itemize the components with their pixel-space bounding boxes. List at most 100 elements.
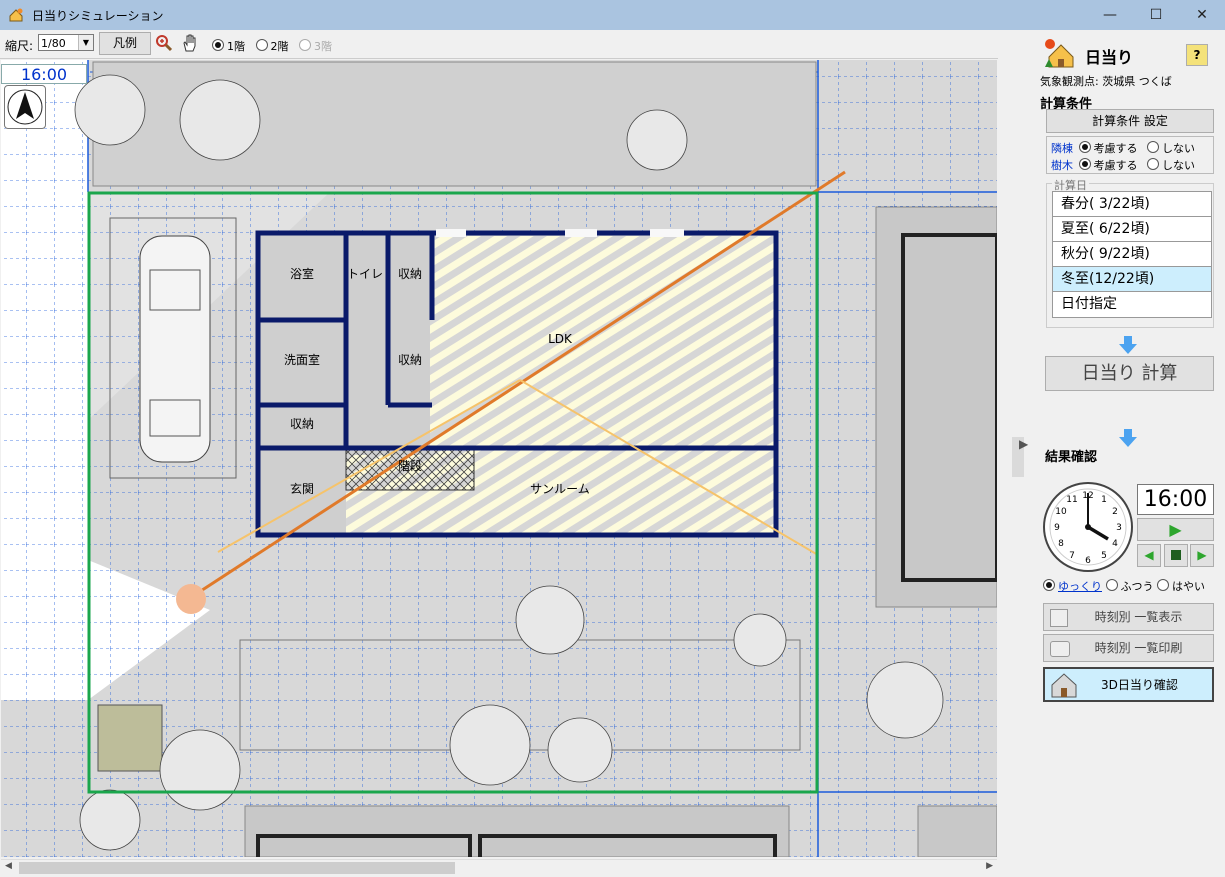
house-3d-icon [1051, 673, 1077, 698]
station-text: 気象観測点: 茨城県 つくば [1040, 75, 1172, 88]
play-button[interactable]: ▶ [1137, 518, 1214, 541]
arrow-down-icon [1119, 429, 1137, 447]
scroll-right-icon[interactable]: ▶ [986, 861, 993, 871]
consider-options: 隣棟 考慮する しない 樹木 考慮する しない [1046, 136, 1214, 174]
hourly-list-label: 時刻別 一覧表示 [1094, 610, 1183, 624]
svg-text:11: 11 [1066, 495, 1077, 505]
room-toilet-label: トイレ [347, 267, 383, 281]
floor-3-label: 3階 [314, 40, 332, 53]
maximize-button[interactable]: ☐ [1133, 0, 1179, 30]
pan-hand-icon[interactable] [181, 33, 199, 53]
room-bath-label: 浴室 [290, 266, 314, 281]
svg-text:2: 2 [1112, 507, 1118, 517]
speed-radio-group: ゆっくり ふつう はやい [1043, 578, 1205, 594]
floor-radio-1[interactable]: 1階 [212, 39, 245, 53]
neighbor-ignore-radio[interactable]: しない [1147, 141, 1195, 155]
digital-time: 16:00 [1137, 484, 1214, 515]
neighbor-ignore-label: しない [1162, 142, 1195, 155]
minimize-button[interactable]: — [1087, 0, 1133, 30]
scale-select[interactable]: 1/80 ▼ [38, 34, 94, 51]
radio-icon [1078, 158, 1091, 170]
close-button[interactable]: ✕ [1179, 0, 1225, 30]
panel-splitter[interactable] [998, 30, 1032, 877]
step-forward-icon: ▶ [1197, 548, 1207, 562]
svg-text:10: 10 [1055, 507, 1067, 517]
step-back-icon: ◀ [1144, 548, 1154, 562]
chevron-down-icon: ▼ [78, 35, 93, 50]
svg-text:7: 7 [1069, 551, 1075, 561]
svg-text:9: 9 [1054, 523, 1060, 533]
radio-icon [1147, 141, 1159, 153]
stop-button[interactable] [1164, 544, 1188, 567]
speed-slow-radio[interactable]: ゆっくり [1043, 579, 1102, 593]
svg-text:5: 5 [1101, 551, 1107, 561]
conditions-settings-button[interactable]: 計算条件 設定 [1046, 109, 1214, 133]
north-arrow-icon [4, 85, 46, 129]
horizontal-scrollbar[interactable]: ◀ ▶ [1, 859, 997, 877]
maximize-icon: ☐ [1149, 7, 1163, 23]
radio-icon [1105, 579, 1118, 591]
tree-ignore-radio[interactable]: しない [1147, 158, 1195, 172]
room-ldk-label: LDK [548, 332, 573, 346]
speed-fast-label: はやい [1172, 580, 1205, 593]
room-entrance-label: 玄関 [290, 481, 314, 496]
radio-icon [1157, 579, 1169, 591]
neighbor-consider-label: 考慮する [1093, 142, 1138, 155]
speed-normal-radio[interactable]: ふつう [1105, 579, 1154, 593]
legend-button[interactable]: 凡例 [99, 32, 151, 55]
step-back-button[interactable]: ◀ [1137, 544, 1161, 567]
date-item-spring[interactable]: 春分( 3/22頃) [1053, 192, 1211, 217]
floor-2-label: 2階 [270, 40, 289, 53]
tree-consider-radio[interactable]: 考慮する [1078, 158, 1138, 172]
room-washroom-label: 洗面室 [284, 352, 320, 367]
date-item-summer[interactable]: 夏至( 6/22頃) [1053, 217, 1211, 242]
view-3d-label: 3D日当り確認 [1101, 678, 1178, 692]
tree-ignore-label: しない [1162, 159, 1195, 172]
room-storage3-label: 収納 [290, 417, 314, 431]
hourly-print-label: 時刻別 一覧印刷 [1094, 641, 1183, 655]
radio-icon [212, 39, 224, 51]
floor-radio-3[interactable]: 3階 [299, 39, 332, 53]
plan-canvas[interactable]: 浴室 トイレ 収納 洗面室 収納 収納 LDK 階段 玄関 サンルーム [1, 60, 997, 857]
minimize-icon: — [1103, 7, 1117, 23]
stop-icon [1171, 550, 1181, 560]
floor-radio-2[interactable]: 2階 [255, 39, 289, 53]
scale-value: 1/80 [41, 37, 66, 50]
step-forward-button[interactable]: ▶ [1190, 544, 1214, 567]
room-storage2-label: 収納 [398, 353, 422, 367]
view-3d-button[interactable]: 3D日当り確認 [1043, 667, 1214, 702]
neighbor-consider-radio[interactable]: 考慮する [1078, 141, 1138, 155]
title-bar: 日当りシミュレーション — ☐ ✕ [0, 0, 1225, 30]
date-item-custom[interactable]: 日付指定 [1053, 292, 1211, 317]
help-button[interactable]: ? [1186, 44, 1208, 66]
radio-icon [255, 39, 268, 51]
window-title: 日当りシミュレーション [32, 9, 164, 23]
arrow-down-icon [1119, 336, 1137, 354]
room-storage1-label: 収納 [398, 267, 422, 281]
sun-house-icon [1045, 39, 1074, 68]
scale-label: 縮尺: [5, 39, 34, 53]
svg-text:8: 8 [1058, 539, 1064, 549]
speed-normal-label: ふつう [1120, 580, 1154, 593]
date-item-winter[interactable]: 冬至(12/22頃) [1053, 267, 1211, 292]
floor-plan-drawing: 浴室 トイレ 収納 洗面室 収納 収納 LDK 階段 玄関 サンルーム [1, 60, 997, 857]
svg-text:1: 1 [1101, 495, 1107, 505]
printer-icon [1050, 641, 1070, 657]
svg-text:4: 4 [1112, 539, 1118, 549]
calculate-button[interactable]: 日当り 計算 [1045, 356, 1214, 391]
floor-radio-group: 1階 2階 3階 [212, 38, 332, 54]
date-item-autumn[interactable]: 秋分( 9/22頃) [1053, 242, 1211, 267]
radio-icon [299, 39, 311, 51]
scroll-left-icon[interactable]: ◀ [5, 861, 12, 871]
hourly-list-button[interactable]: 時刻別 一覧表示 [1043, 603, 1214, 631]
results-heading: 結果確認 [1045, 450, 1098, 465]
hourly-print-button[interactable]: 時刻別 一覧印刷 [1043, 634, 1214, 662]
room-sunroom-label: サンルーム [530, 482, 590, 496]
tree-consider-label: 考慮する [1093, 159, 1138, 172]
speed-fast-radio[interactable]: はやい [1157, 579, 1205, 593]
collapse-panel-icon[interactable]: ▶ [1019, 437, 1028, 451]
tree-label: 樹木 [1051, 159, 1073, 172]
zoom-in-icon[interactable] [155, 34, 173, 52]
analog-clock-icon: 12369 1245 781011 [1043, 482, 1133, 572]
scroll-thumb[interactable] [19, 862, 455, 874]
